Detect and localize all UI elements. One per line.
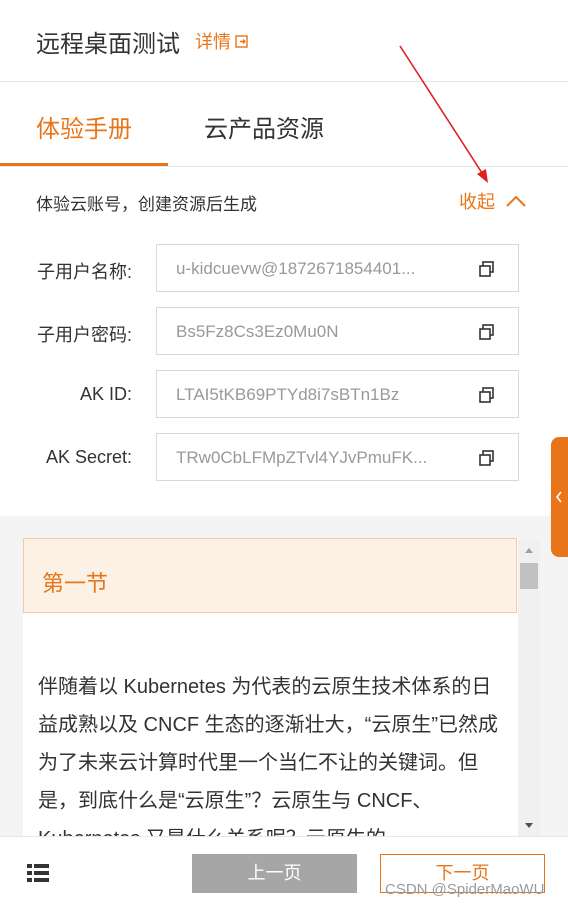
credential-row-username: 子用户名称: u-kidcuevw@1872671854401... (0, 244, 568, 292)
username-field[interactable]: u-kidcuevw@1872671854401... (156, 244, 519, 292)
chevron-left-icon (555, 491, 562, 503)
credential-label: 子用户名称: (36, 262, 132, 282)
scroll-up-icon[interactable] (518, 540, 540, 560)
external-link-icon (235, 35, 248, 48)
list-icon[interactable] (26, 863, 50, 883)
credential-row-ak-id: AK ID: LTAI5tKB69PTYd8i7sBTn1Bz (0, 370, 568, 418)
scroll-thumb[interactable] (520, 563, 538, 589)
watermark: CSDN @SpiderMaoWU (385, 881, 545, 898)
credential-label: AK ID: (79, 384, 132, 404)
copy-icon[interactable] (478, 323, 496, 341)
collapse-button[interactable]: 收起 (459, 188, 527, 214)
active-tab-indicator (0, 163, 168, 166)
credential-row-password: 子用户密码: Bs5Fz8Cs3Ez0Mu0N (0, 307, 568, 355)
section-title: 第一节 (42, 571, 109, 596)
header: 远程桌面测试 详情 (0, 0, 568, 82)
details-label: 详情 (195, 32, 231, 52)
account-label: 体验云账号，创建资源后生成 (36, 195, 257, 214)
credential-value: LTAI5tKB69PTYd8i7sBTn1Bz (176, 385, 400, 404)
credential-value: Bs5Fz8Cs3Ez0Mu0N (176, 322, 339, 341)
ak-id-field[interactable]: LTAI5tKB69PTYd8i7sBTn1Bz (156, 370, 519, 418)
body-text: 伴随着以 Kubernetes 为代表的云原生技术体系的日益成熟以及 CNCF … (38, 676, 498, 836)
credential-label: 子用户密码: (36, 325, 132, 345)
prev-page-button[interactable]: 上一页 (192, 854, 357, 893)
copy-icon[interactable] (478, 449, 496, 467)
tab-experience-manual[interactable]: 体验手册 (36, 109, 132, 144)
chevron-up-icon (506, 195, 526, 207)
details-link[interactable]: 详情 (195, 28, 249, 54)
ak-secret-field[interactable]: TRw0CbLFMpZTvl4YJvPmuFK... (156, 433, 519, 481)
credential-label: AK Secret: (45, 447, 132, 467)
account-bar: 体验云账号，创建资源后生成 收起 (0, 168, 568, 232)
credential-row-ak-secret: AK Secret: TRw0CbLFMpZTvl4YJvPmuFK... (0, 433, 568, 481)
copy-icon[interactable] (478, 260, 496, 278)
page-title: 远程桌面测试 (36, 31, 180, 58)
credential-value: TRw0CbLFMpZTvl4YJvPmuFK... (176, 448, 428, 467)
footer: 上一页 下一页 CSDN @SpiderMaoWU (0, 836, 568, 907)
content-area: 第一节 伴随着以 Kubernetes 为代表的云原生技术体系的日益成熟以及 C… (0, 516, 568, 836)
tab-bar: 体验手册 云产品资源 (0, 83, 568, 167)
tab-cloud-resources[interactable]: 云产品资源 (204, 109, 324, 144)
copy-icon[interactable] (478, 386, 496, 404)
credential-value: u-kidcuevw@1872671854401... (176, 259, 416, 278)
side-panel-toggle[interactable] (551, 437, 568, 557)
password-field[interactable]: Bs5Fz8Cs3Ez0Mu0N (156, 307, 519, 355)
scrollbar[interactable] (518, 540, 540, 836)
content-card: 第一节 伴随着以 Kubernetes 为代表的云原生技术体系的日益成熟以及 C… (23, 538, 518, 836)
scroll-down-icon[interactable] (518, 816, 540, 836)
section-header: 第一节 (23, 538, 517, 613)
collapse-label: 收起 (459, 192, 495, 212)
